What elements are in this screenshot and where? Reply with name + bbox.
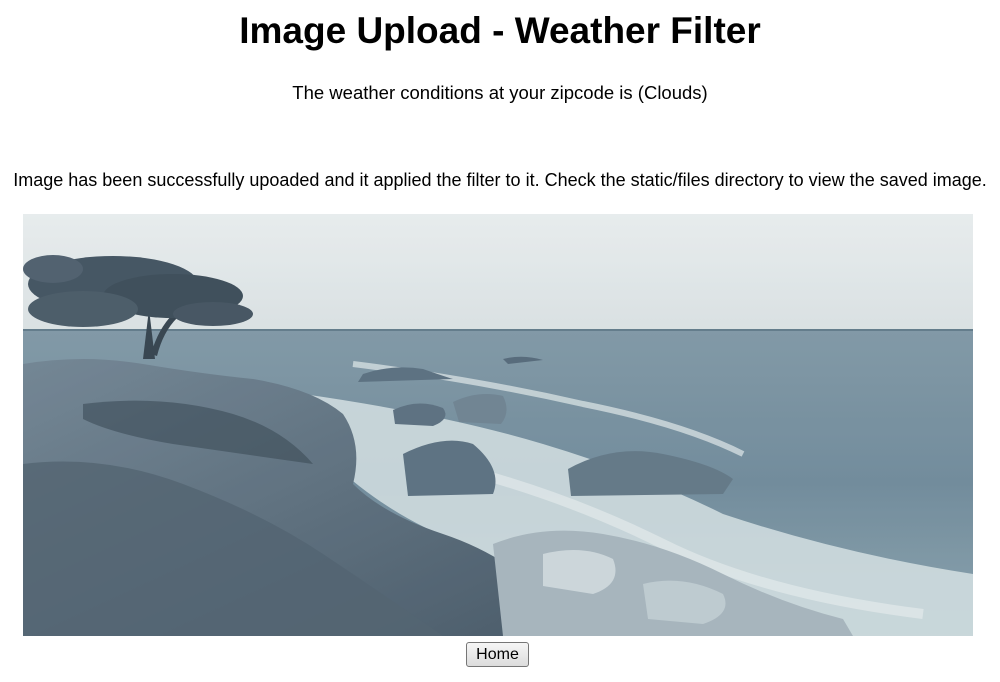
- page-title: Image Upload - Weather Filter: [239, 10, 761, 51]
- weather-conditions-text: The weather conditions at your zipcode i…: [292, 82, 708, 103]
- upload-status-message: Image has been successfully upoaded and …: [13, 170, 987, 190]
- upload-result-page: Image Upload - Weather Filter The weathe…: [0, 0, 1000, 682]
- home-button[interactable]: Home: [466, 642, 529, 667]
- filtered-image: [23, 214, 973, 636]
